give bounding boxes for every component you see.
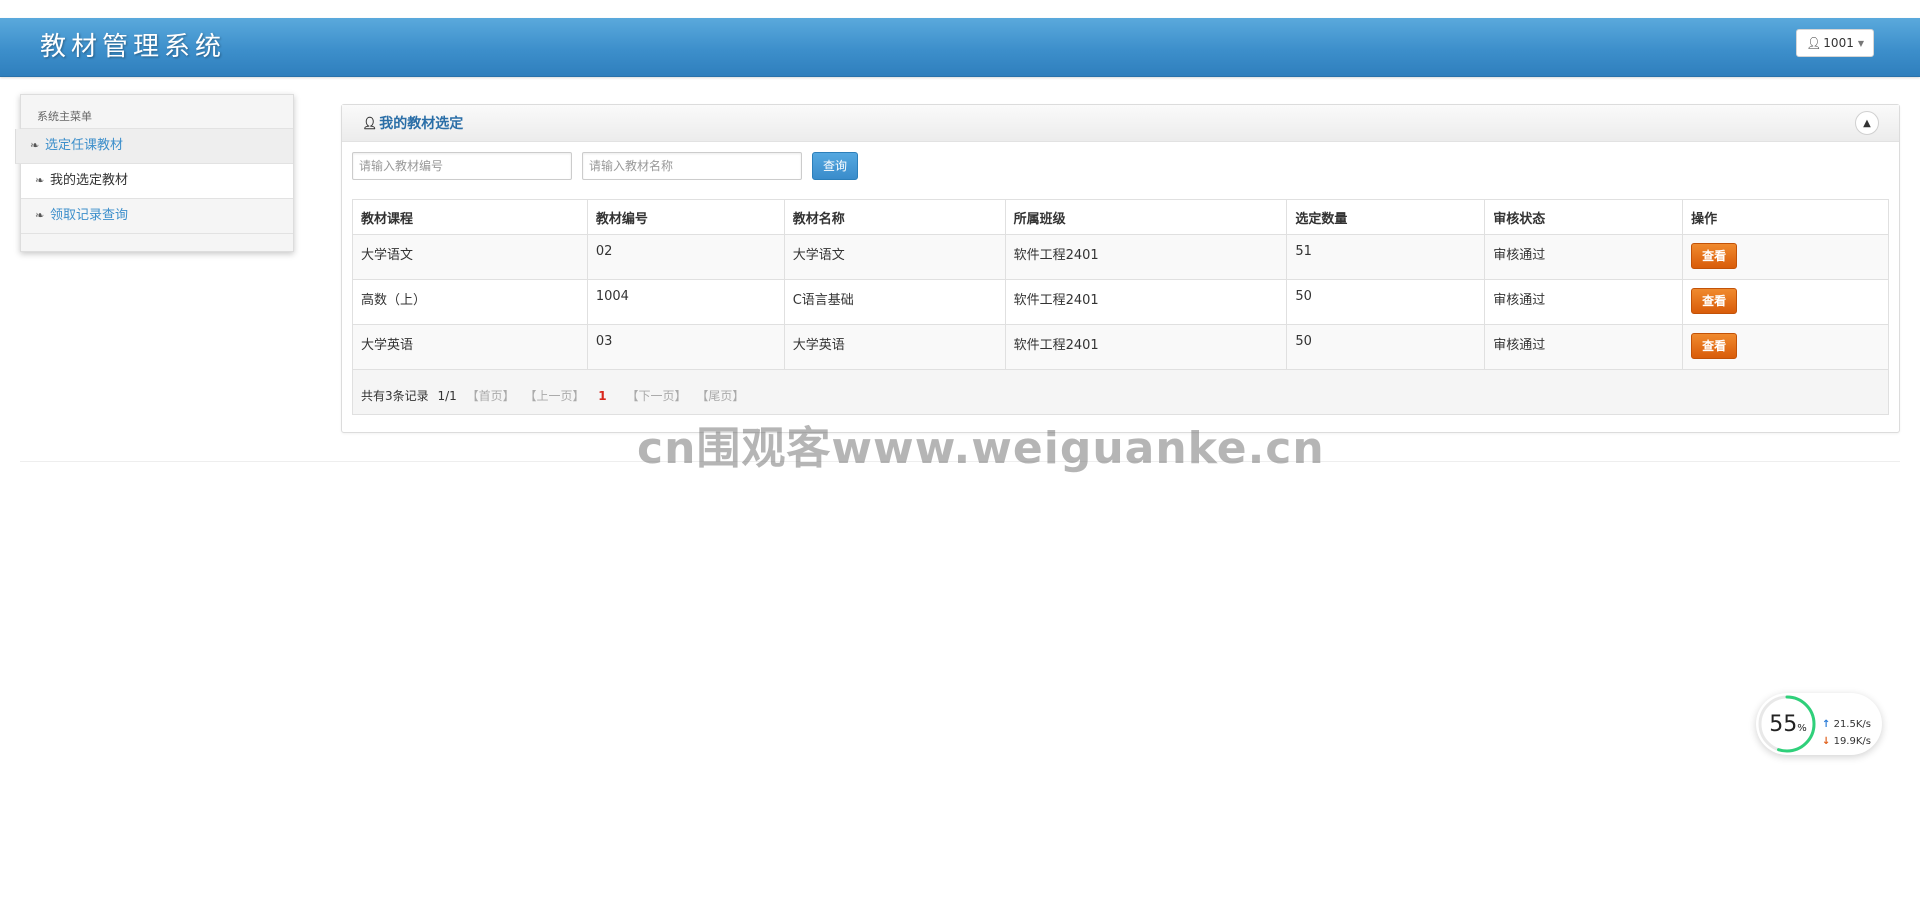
textbook-table: 教材课程 教材编号 教材名称 所属班级 选定数量 审核状态 操作 大学语文 02… <box>352 199 1889 415</box>
pager-row: 共有3条记录 1/1 【首页】 【上一页】 1 【下一页】 【尾页】 <box>352 369 1889 415</box>
watermark: cn围观客www.weiguanke.cn <box>637 423 1325 474</box>
view-button[interactable]: 查看 <box>1691 243 1738 269</box>
leaf-icon: ❧ <box>35 174 45 187</box>
app-title: 教材管理系统 <box>40 32 227 62</box>
current-page: 1 <box>598 389 607 403</box>
cell-action: 查看 <box>1682 279 1889 325</box>
cell-course: 大学语文 <box>352 234 588 280</box>
cell-quantity: 50 <box>1286 324 1486 370</box>
cell-code: 02 <box>586 234 785 280</box>
pagination: 共有3条记录 1/1 【首页】 【上一页】 1 【下一页】 【尾页】 <box>352 369 1889 415</box>
cell-course: 高数（上） <box>352 279 588 325</box>
page-info: 1/1 <box>437 389 457 403</box>
column-header: 审核状态 <box>1484 199 1684 235</box>
panel-title-text: 我的教材选定 <box>379 116 464 132</box>
cell-class: 软件工程2401 <box>1004 324 1288 370</box>
cell-course: 大学英语 <box>352 324 588 370</box>
sidebar-menu: 系统主菜单 ❧ 选定任课教材 ❧ 我的选定教材 ❧ 领取记录查询 <box>15 94 294 252</box>
upload-speed: ↑ 21.5K/s <box>1822 719 1871 730</box>
panel-title: 👤︎ 我的教材选定 <box>362 113 463 133</box>
search-bar: 查询 <box>352 152 859 180</box>
cell-status: 审核通过 <box>1484 324 1684 370</box>
panel-header: 👤︎ 我的教材选定 ▲ <box>342 105 1899 142</box>
column-header: 操作 <box>1682 199 1889 235</box>
cell-name: C语言基础 <box>783 279 1006 325</box>
user-icon: 👤︎ <box>1806 36 1822 50</box>
view-button[interactable]: 查看 <box>1691 288 1738 314</box>
cell-name: 大学英语 <box>783 324 1006 370</box>
cell-class: 软件工程2401 <box>1004 279 1288 325</box>
arrow-down-icon: ↓ <box>1822 736 1831 747</box>
arrow-up-icon: ↑ <box>1822 719 1831 730</box>
sidebar-item-my-selected-textbooks[interactable]: ❧ 我的选定教材 <box>21 164 293 199</box>
leaf-icon: ❧ <box>30 139 40 152</box>
cell-name: 大学语文 <box>783 234 1006 280</box>
cell-code: 1004 <box>586 279 785 325</box>
table-row: 大学英语 03 大学英语 软件工程2401 50 审核通过 查看 <box>352 324 1889 370</box>
user-label: 1001 <box>1823 36 1854 50</box>
sidebar-item-label: 我的选定教材 <box>50 173 129 188</box>
record-count: 共有3条记录 <box>361 389 429 403</box>
column-header: 教材编号 <box>586 199 785 235</box>
cell-quantity: 51 <box>1286 234 1486 280</box>
query-button[interactable]: 查询 <box>812 152 859 180</box>
sidebar-item-label: 选定任课教材 <box>45 138 124 153</box>
textbook-code-input[interactable] <box>352 152 572 180</box>
next-page-link[interactable]: 【下一页】 <box>626 389 686 403</box>
sidebar-item-label: 领取记录查询 <box>50 208 129 223</box>
cell-status: 审核通过 <box>1484 279 1684 325</box>
cell-code: 03 <box>586 324 785 370</box>
cell-status: 审核通过 <box>1484 234 1684 280</box>
chevron-up-icon: ▲ <box>1863 117 1871 129</box>
user-icon: 👤︎ <box>362 116 378 130</box>
sidebar-menu-title: 系统主菜单 <box>21 95 293 129</box>
sidebar-item-pickup-records[interactable]: ❧ 领取记录查询 <box>21 199 293 234</box>
column-header: 教材课程 <box>352 199 588 235</box>
cell-action: 查看 <box>1682 324 1889 370</box>
cell-class: 软件工程2401 <box>1004 234 1288 280</box>
view-button[interactable]: 查看 <box>1691 333 1738 359</box>
column-header: 选定数量 <box>1286 199 1486 235</box>
download-speed: ↓ 19.9K/s <box>1822 736 1871 747</box>
main-panel: 👤︎ 我的教材选定 ▲ 查询 教材课程 教材编号 教材名称 所属班级 选定数量 … <box>341 104 1900 433</box>
cell-quantity: 50 <box>1286 279 1486 325</box>
table-row: 大学语文 02 大学语文 软件工程2401 51 审核通过 查看 <box>352 234 1889 280</box>
column-header: 教材名称 <box>783 199 1006 235</box>
top-navbar: 教材管理系统 👤︎ 1001 ▼ <box>0 18 1920 77</box>
first-page-link[interactable]: 【首页】 <box>467 389 515 403</box>
table-row: 高数（上） 1004 C语言基础 软件工程2401 50 审核通过 查看 <box>352 279 1889 325</box>
textbook-name-input[interactable] <box>582 152 802 180</box>
sidebar-item-select-course-textbook[interactable]: ❧ 选定任课教材 <box>15 129 293 164</box>
table-header-row: 教材课程 教材编号 教材名称 所属班级 选定数量 审核状态 操作 <box>352 199 1889 235</box>
leaf-icon: ❧ <box>35 209 45 222</box>
chevron-down-icon: ▼ <box>1857 38 1864 48</box>
prev-page-link[interactable]: 【上一页】 <box>524 389 584 403</box>
column-header: 所属班级 <box>1004 199 1288 235</box>
cell-action: 查看 <box>1682 234 1889 280</box>
user-menu-button[interactable]: 👤︎ 1001 ▼ <box>1796 29 1874 57</box>
usage-percent: 55% <box>1769 712 1807 737</box>
last-page-link[interactable]: 【尾页】 <box>696 389 744 403</box>
network-speed-widget[interactable]: 55% ↑ 21.5K/s ↓ 19.9K/s <box>1756 693 1882 755</box>
collapse-button[interactable]: ▲ <box>1855 111 1879 135</box>
